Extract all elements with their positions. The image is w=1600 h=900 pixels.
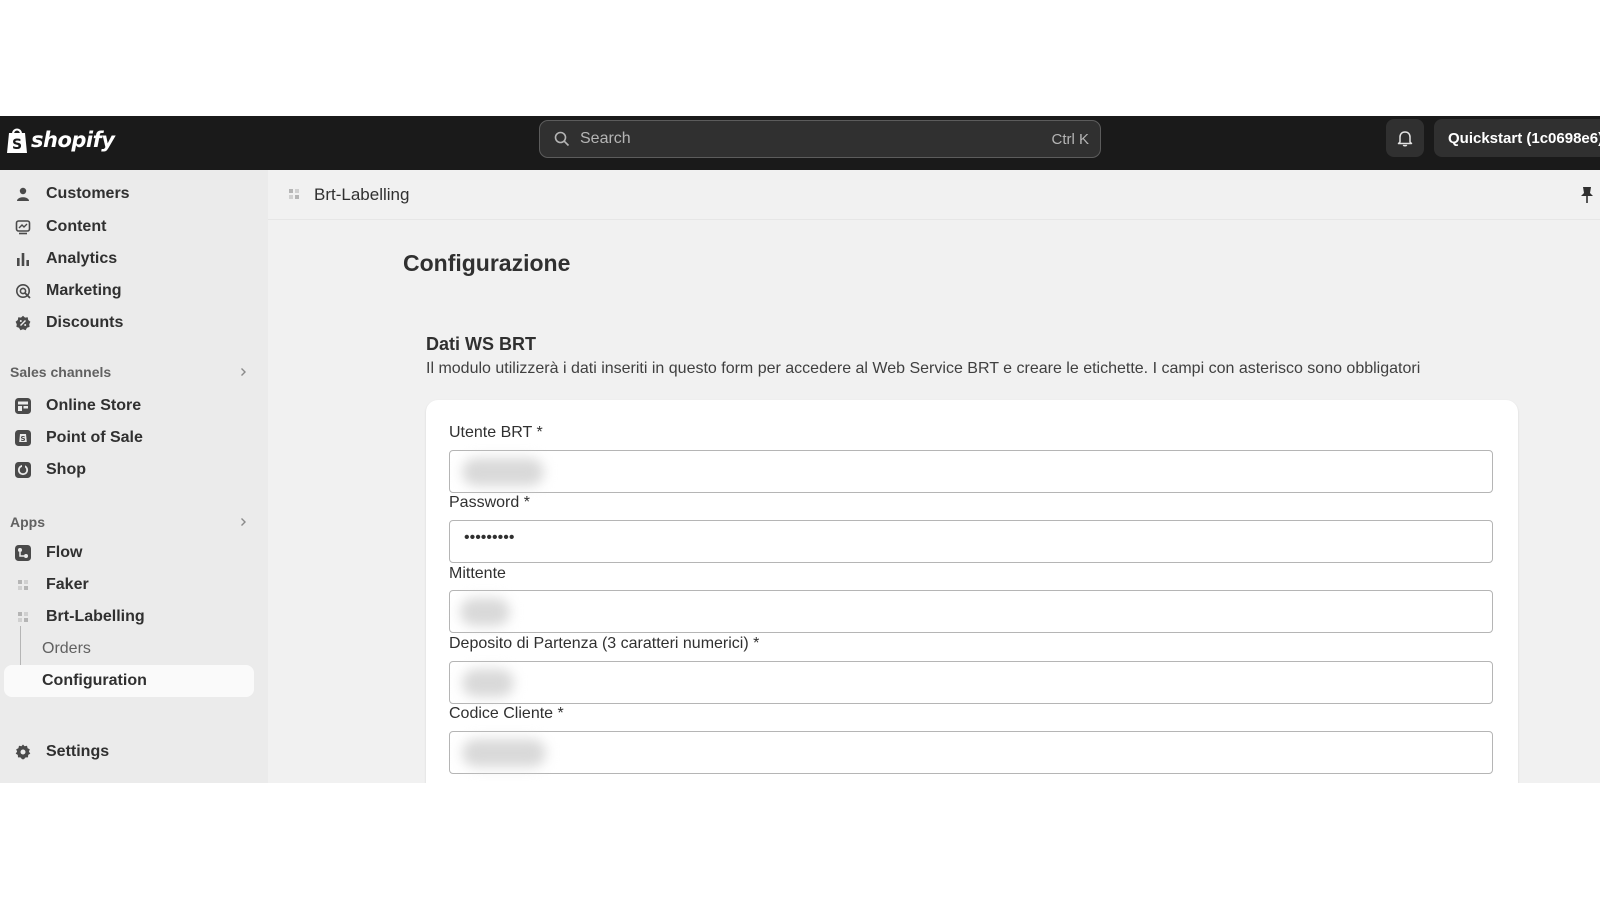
app-icon	[12, 574, 34, 596]
sidebar-item-content[interactable]: Content	[10, 212, 254, 242]
field-label-utente: Utente BRT *	[449, 424, 543, 441]
sidebar-item-settings[interactable]: Settings	[10, 737, 254, 767]
notifications-button[interactable]	[1386, 119, 1424, 157]
sidebar-item-shop[interactable]: Shop	[10, 455, 254, 485]
svg-text:S: S	[12, 137, 22, 153]
sidebar-item-flow[interactable]: Flow	[10, 538, 254, 568]
person-icon	[12, 183, 34, 205]
mittente-field[interactable]	[449, 590, 1493, 633]
bell-icon	[1397, 131, 1413, 147]
apps-heading[interactable]: Apps	[10, 514, 248, 530]
search-icon	[554, 131, 570, 147]
field-label-password: Password *	[449, 494, 530, 511]
pos-icon: S	[12, 427, 34, 449]
discount-icon	[12, 312, 34, 334]
search-shortcut: Ctrl K	[1051, 130, 1090, 148]
page-title: Configurazione	[403, 250, 571, 276]
svg-text:S: S	[20, 435, 25, 443]
redacted-value	[462, 739, 546, 767]
sidebar-item-online-store[interactable]: Online Store	[10, 391, 254, 421]
chevron-right-icon	[241, 518, 246, 526]
section-description: Il modulo utilizzerà i dati inseriti in …	[426, 360, 1421, 377]
sidebar-subitem-configuration[interactable]: Configuration	[4, 665, 254, 697]
password-field[interactable]: •••••••••	[449, 520, 1493, 563]
redacted-value	[462, 458, 544, 486]
sidebar-item-discounts[interactable]: Discounts	[10, 308, 254, 338]
sidebar-item-label: Online Store	[46, 397, 142, 414]
sidebar-item-label: Content	[46, 218, 107, 235]
redacted-value	[462, 669, 514, 697]
gear-icon	[12, 741, 34, 763]
sidebar-item-label: Flow	[46, 544, 83, 561]
sidebar-item-label: Customers	[46, 185, 130, 202]
search-placeholder: Search	[580, 130, 631, 147]
field-label-deposito: Deposito di Partenza (3 caratteri numeri…	[449, 635, 760, 652]
sidebar-item-analytics[interactable]: Analytics	[10, 244, 254, 274]
field-label-mittente: Mittente	[449, 565, 506, 582]
deposito-field[interactable]	[449, 661, 1493, 704]
shopify-logo[interactable]: S shopify	[6, 126, 115, 154]
sidebar-item-label: Discounts	[46, 314, 124, 331]
main-content: Brt-Labelling Configurazione Dati WS BRT…	[268, 170, 1600, 783]
app-icon	[12, 606, 34, 628]
sidebar-item-label: Point of Sale	[46, 429, 143, 446]
utente-brt-field[interactable]	[449, 450, 1493, 493]
target-icon	[12, 280, 34, 302]
search-input[interactable]: Search Ctrl K	[539, 120, 1101, 158]
content-icon	[12, 216, 34, 238]
sidebar-item-faker[interactable]: Faker	[10, 570, 254, 600]
app-frame: S shopify Search Ctrl K Quickstart (1c06…	[0, 116, 1600, 783]
sidebar-item-customers[interactable]: Customers	[10, 179, 254, 209]
sidebar-subitem-orders[interactable]: Orders	[42, 640, 91, 658]
sidebar-item-label: Shop	[46, 461, 86, 478]
sidebar-item-label: Settings	[46, 743, 110, 760]
pin-icon[interactable]	[1580, 186, 1594, 204]
flow-icon	[12, 542, 34, 564]
shop-icon	[12, 459, 34, 481]
section-heading-label: Apps	[10, 514, 45, 530]
field-label-codice-cliente: Codice Cliente *	[449, 705, 564, 722]
sidebar-item-label: Faker	[46, 576, 89, 593]
sidebar-item-label: Brt-Labelling	[46, 608, 145, 625]
store-icon	[12, 395, 34, 417]
section-heading-label: Sales channels	[10, 364, 112, 380]
redacted-value	[460, 598, 510, 626]
sidebar: Customers Content Analytics Marketing Di…	[0, 170, 268, 783]
app-icon	[289, 189, 299, 199]
sidebar-item-label: Configuration	[42, 672, 147, 689]
app-title-bar: Brt-Labelling	[268, 170, 1600, 220]
sidebar-item-label: Marketing	[46, 282, 122, 299]
chevron-right-icon	[241, 368, 246, 376]
sidebar-item-label: Analytics	[46, 250, 118, 267]
shopify-bag-icon: S	[7, 128, 27, 153]
section-title: Dati WS BRT	[426, 334, 536, 354]
form-card: Utente BRT * Password * ••••••••• Mitten…	[426, 400, 1518, 783]
codice-cliente-field[interactable]	[449, 731, 1493, 774]
app-title: Brt-Labelling	[314, 185, 410, 204]
sidebar-item-point-of-sale[interactable]: S Point of Sale	[10, 423, 254, 453]
store-menu-button[interactable]: Quickstart (1c0698e6)	[1434, 119, 1600, 157]
top-bar: S shopify Search Ctrl K Quickstart (1c06…	[0, 116, 1600, 170]
sales-channels-heading[interactable]: Sales channels	[10, 364, 248, 380]
sidebar-item-marketing[interactable]: Marketing	[10, 276, 254, 306]
bar-chart-icon	[12, 248, 34, 270]
password-value: •••••••••	[464, 529, 515, 546]
sidebar-item-brt-labelling[interactable]: Brt-Labelling	[10, 602, 254, 632]
brand-name: shopify	[31, 128, 115, 152]
